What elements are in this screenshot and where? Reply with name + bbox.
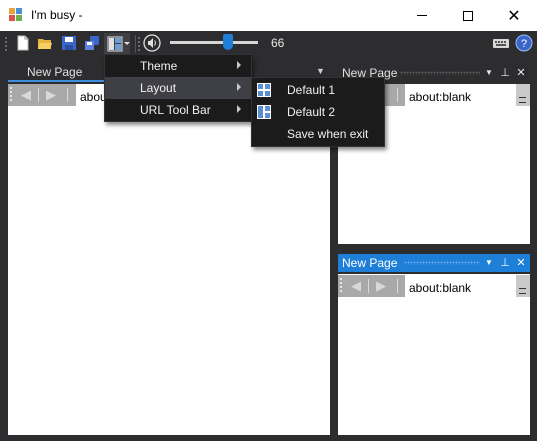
right-bottom-pane-header[interactable]: New Page ▼ ⊥ ✕ bbox=[338, 254, 530, 272]
menu-item-label: Default 2 bbox=[287, 105, 336, 119]
forward-icon[interactable]: ▶ bbox=[42, 87, 60, 103]
close-icon: ✕ bbox=[507, 5, 521, 25]
main-toolbar: ? bbox=[0, 31, 537, 57]
layout-dropdown-menu: Theme Layout URL Tool Bar bbox=[104, 54, 252, 122]
menu-item-label: URL Tool Bar bbox=[140, 103, 211, 117]
title-bar: I'm busy - ✕ bbox=[0, 0, 537, 31]
save-all-icon[interactable] bbox=[84, 35, 100, 51]
toolbar-separator bbox=[135, 35, 136, 53]
right-bottom-browser-view[interactable] bbox=[338, 274, 530, 435]
keyboard-icon[interactable] bbox=[492, 35, 510, 51]
tab-label: New Page bbox=[27, 65, 83, 79]
maximize-icon bbox=[463, 10, 473, 21]
pin-icon[interactable]: ⊥ bbox=[498, 65, 512, 81]
menu-item-url-toolbar[interactable]: URL Tool Bar bbox=[105, 99, 251, 121]
layout-default1-icon bbox=[257, 83, 271, 97]
volume-slider-track[interactable] bbox=[170, 41, 258, 44]
svg-text:?: ? bbox=[521, 38, 527, 50]
menu-item-save-when-exit[interactable]: Save when exit bbox=[252, 123, 384, 145]
save-icon[interactable] bbox=[61, 35, 77, 51]
right-bottom-url-toolbar: ◀ ▶ bbox=[338, 275, 530, 297]
pane-dropdown-icon[interactable]: ▼ bbox=[482, 255, 496, 271]
pane-title: New Page bbox=[342, 256, 398, 270]
forward-icon[interactable]: ▶ bbox=[372, 278, 390, 294]
url-toolbar-grip[interactable] bbox=[10, 87, 12, 103]
new-file-icon[interactable] bbox=[15, 35, 31, 51]
menu-item-label: Theme bbox=[140, 59, 178, 73]
back-icon[interactable]: ◀ bbox=[347, 278, 365, 294]
help-icon[interactable]: ? bbox=[515, 34, 533, 52]
open-folder-icon[interactable] bbox=[37, 35, 53, 51]
maximize-button[interactable] bbox=[445, 0, 491, 31]
layout-default2-icon bbox=[257, 105, 271, 119]
menu-item-layout[interactable]: Layout bbox=[105, 77, 251, 99]
right-bottom-url-input[interactable] bbox=[405, 275, 516, 297]
app-icon bbox=[9, 8, 23, 22]
nav-separator bbox=[368, 279, 369, 293]
volume-icon[interactable] bbox=[143, 34, 161, 52]
url-combo-scroll[interactable] bbox=[516, 84, 530, 106]
back-icon[interactable]: ◀ bbox=[17, 87, 35, 103]
nav-separator bbox=[397, 279, 398, 293]
close-icon[interactable]: ✕ bbox=[514, 65, 528, 81]
volume-slider-fill bbox=[170, 41, 229, 44]
menu-item-default-2[interactable]: Default 2 bbox=[252, 101, 384, 123]
menu-item-theme[interactable]: Theme bbox=[105, 55, 251, 77]
nav-separator bbox=[38, 88, 39, 102]
toolbar-grip[interactable] bbox=[138, 37, 141, 53]
pane-dropdown-icon[interactable]: ▼ bbox=[482, 65, 496, 81]
minimize-icon bbox=[417, 15, 427, 16]
layout-menu-button[interactable] bbox=[104, 33, 130, 55]
submenu-arrow-icon bbox=[237, 83, 241, 91]
toolbar-grip[interactable] bbox=[5, 37, 8, 53]
menu-item-default-1[interactable]: Default 1 bbox=[252, 79, 384, 101]
volume-slider-thumb[interactable] bbox=[223, 34, 234, 50]
url-combo-scroll[interactable] bbox=[516, 275, 530, 297]
submenu-arrow-icon bbox=[237, 105, 241, 113]
minimize-button[interactable] bbox=[399, 0, 445, 31]
url-toolbar-grip[interactable] bbox=[340, 278, 342, 294]
document-list-dropdown-icon[interactable]: ▼ bbox=[316, 66, 325, 76]
right-top-url-input[interactable] bbox=[405, 84, 516, 106]
submenu-arrow-icon bbox=[237, 61, 241, 69]
pane-header-grip bbox=[400, 71, 480, 75]
nav-separator bbox=[397, 88, 398, 102]
window-title: I'm busy - bbox=[31, 8, 83, 22]
layout-icon bbox=[107, 36, 123, 52]
pin-icon[interactable]: ⊥ bbox=[498, 255, 512, 271]
close-icon[interactable]: ✕ bbox=[514, 255, 528, 271]
menu-item-label: Layout bbox=[140, 81, 177, 95]
nav-separator bbox=[67, 88, 68, 102]
pane-header-grip bbox=[404, 261, 480, 265]
menu-item-label: Save when exit bbox=[287, 127, 369, 141]
volume-value: 66 bbox=[271, 36, 285, 50]
close-window-button[interactable]: ✕ bbox=[491, 0, 537, 31]
menu-item-label: Default 1 bbox=[287, 83, 336, 97]
tab-new-page[interactable]: New Page bbox=[8, 62, 106, 82]
chevron-down-icon bbox=[124, 42, 130, 45]
layout-submenu: Default 1 Default 2 Save when exit bbox=[251, 77, 385, 147]
